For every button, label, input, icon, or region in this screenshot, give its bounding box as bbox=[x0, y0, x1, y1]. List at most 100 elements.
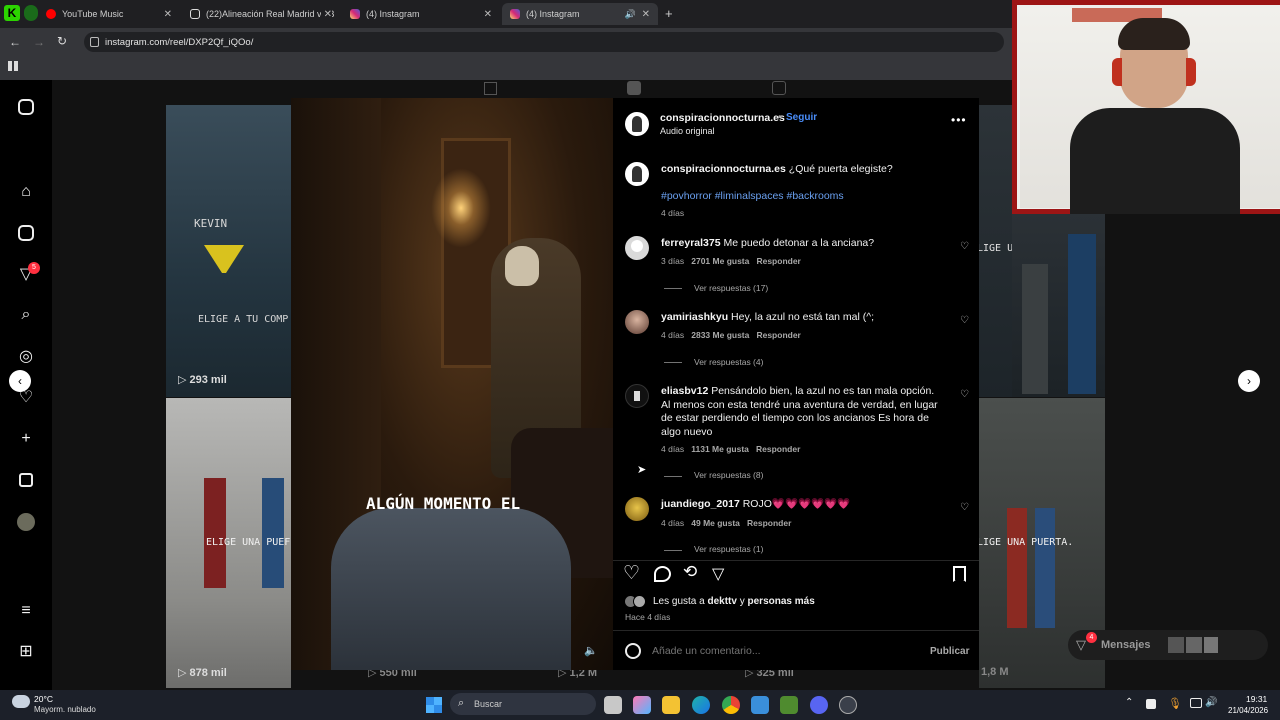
site-settings-icon[interactable] bbox=[90, 37, 99, 47]
emoji-icon[interactable] bbox=[625, 643, 641, 659]
caption-username[interactable]: conspiracionnocturna.es bbox=[661, 163, 786, 175]
network-icon[interactable] bbox=[1190, 698, 1202, 708]
discord-icon[interactable] bbox=[810, 696, 828, 714]
comment-username[interactable]: eliasbv12 bbox=[661, 385, 708, 397]
comment-username[interactable]: yamiriashkyu bbox=[661, 311, 728, 323]
previous-arrow[interactable]: ‹ bbox=[9, 370, 31, 392]
home-icon[interactable]: ⌂ bbox=[16, 182, 36, 202]
audio-label[interactable]: Audio original bbox=[660, 126, 715, 136]
microphone-icon[interactable]: 🎙 bbox=[1168, 697, 1182, 710]
task-view-icon[interactable] bbox=[604, 696, 622, 714]
comment-likes[interactable]: 2701 Me gusta bbox=[691, 256, 749, 266]
close-icon[interactable]: ✕ bbox=[484, 9, 492, 20]
browser-logo[interactable]: K bbox=[4, 5, 20, 21]
like-icon[interactable]: ♡ bbox=[623, 562, 640, 585]
new-tab-button[interactable]: + bbox=[665, 6, 673, 21]
author-username[interactable]: conspiracionnocturna.es bbox=[660, 112, 785, 124]
close-icon[interactable]: ✕ bbox=[642, 9, 650, 20]
store-icon[interactable] bbox=[751, 696, 769, 714]
tray-chevron-icon[interactable]: ⌃ bbox=[1125, 697, 1133, 708]
reply-button[interactable]: Responder bbox=[756, 330, 800, 340]
comment-username[interactable]: juandiego_2017 bbox=[661, 498, 740, 510]
view-replies-button[interactable]: Ver respuestas (1) bbox=[694, 544, 763, 554]
search-icon[interactable]: ⌕ bbox=[16, 305, 36, 325]
speaker-icon[interactable]: 🔊 bbox=[625, 9, 636, 20]
more-options-icon[interactable]: ••• bbox=[951, 113, 967, 127]
steam-icon[interactable] bbox=[839, 696, 857, 714]
instagram-icon[interactable] bbox=[16, 97, 36, 117]
liker-avatars[interactable] bbox=[624, 595, 650, 608]
close-icon[interactable]: ✕ bbox=[164, 9, 172, 20]
copilot-icon[interactable] bbox=[633, 696, 651, 714]
reels-icon[interactable] bbox=[16, 223, 36, 243]
apps-grid-icon[interactable] bbox=[8, 61, 18, 71]
back-icon[interactable]: ← bbox=[9, 35, 21, 49]
author-avatar[interactable] bbox=[625, 112, 649, 136]
reply-button[interactable]: Responder bbox=[756, 444, 800, 454]
start-icon[interactable] bbox=[426, 697, 442, 713]
commenter-avatar[interactable] bbox=[625, 236, 649, 260]
weather-temp[interactable]: 20°C bbox=[34, 694, 53, 704]
tab-instagram-active[interactable]: (4) Instagram 🔊 ✕ bbox=[502, 3, 658, 25]
tagged-icon[interactable] bbox=[772, 81, 786, 95]
forward-icon[interactable]: → bbox=[33, 35, 45, 49]
comment-likes[interactable]: 1131 Me gusta bbox=[691, 444, 749, 454]
browser-extension-icon[interactable] bbox=[24, 5, 38, 21]
edge-icon[interactable] bbox=[692, 696, 710, 714]
tray-app-icon[interactable] bbox=[1146, 699, 1156, 709]
like-comment-icon[interactable]: ♡ bbox=[960, 502, 969, 513]
comment-icon[interactable] bbox=[654, 566, 671, 582]
reload-icon[interactable]: ↻ bbox=[57, 34, 67, 48]
volume-icon[interactable]: 🔊 bbox=[1205, 697, 1217, 708]
caption-hashtags[interactable]: #povhorror #liminalspaces #backrooms bbox=[661, 190, 844, 202]
meta-icon[interactable]: ⊞ bbox=[16, 642, 36, 662]
thumbnail-left-bottom[interactable]: ELIGE UNA PUEF ▷ 878 mil bbox=[166, 398, 291, 688]
reel-video[interactable]: ALGÚN MOMENTO EL 🔈 bbox=[291, 98, 613, 670]
tab-youtube-music[interactable]: YouTube Music ✕ bbox=[38, 3, 180, 25]
minecraft-icon[interactable] bbox=[780, 696, 798, 714]
comment-likes[interactable]: 49 Me gusta bbox=[691, 518, 740, 528]
thumbnail-right-far-top[interactable] bbox=[1012, 214, 1105, 397]
repost-icon[interactable]: ⟲ bbox=[683, 562, 697, 582]
publish-button[interactable]: Publicar bbox=[930, 646, 969, 657]
view-replies-button[interactable]: Ver respuestas (8) bbox=[694, 470, 763, 480]
dashboard-icon[interactable] bbox=[16, 470, 36, 490]
taskbar-search[interactable]: ⌕ Buscar bbox=[450, 693, 596, 715]
comment-input[interactable] bbox=[652, 642, 912, 660]
liked-by-others[interactable]: personas más bbox=[748, 596, 815, 607]
reels-icon[interactable] bbox=[627, 81, 641, 95]
tab-tiktok[interactable]: (22)Alineación Real Madrid vs B ✕ bbox=[182, 3, 340, 25]
reply-button[interactable]: Responder bbox=[747, 518, 791, 528]
liked-by-user[interactable]: dekttv bbox=[708, 596, 737, 607]
commenter-avatar[interactable] bbox=[625, 497, 649, 521]
create-icon[interactable]: + bbox=[16, 429, 36, 449]
like-comment-icon[interactable]: ♡ bbox=[960, 315, 969, 326]
thumbnail-left-top[interactable]: KEVIN ELIGE A TU COMP ▷ 293 mil bbox=[166, 105, 291, 397]
author-avatar[interactable] bbox=[625, 162, 649, 186]
menu-icon[interactable]: ≡ bbox=[16, 601, 36, 621]
messages-button[interactable]: ▽ 4 Mensajes bbox=[1068, 630, 1268, 660]
view-replies-button[interactable]: Ver respuestas (4) bbox=[694, 357, 763, 367]
clock-date[interactable]: 21/04/2026 bbox=[1228, 706, 1268, 715]
address-bar[interactable]: instagram.com/reel/DXP2Qf_iQOo/ bbox=[84, 32, 1004, 52]
commenter-avatar[interactable] bbox=[625, 310, 649, 334]
like-comment-icon[interactable]: ♡ bbox=[960, 241, 969, 252]
explore-icon[interactable]: ◎ bbox=[16, 347, 36, 367]
weather-text[interactable]: Mayorm. nublado bbox=[34, 705, 96, 714]
clock-time[interactable]: 19:31 bbox=[1246, 694, 1267, 704]
thumbnail-right-top[interactable]: LIGE UNA PUERTA. bbox=[979, 105, 1012, 397]
comment-username[interactable]: ferreyral375 bbox=[661, 237, 721, 249]
follow-button[interactable]: Seguir bbox=[786, 112, 817, 123]
profile-avatar[interactable] bbox=[16, 512, 36, 532]
tab-instagram[interactable]: (4) Instagram ✕ bbox=[342, 3, 500, 25]
close-icon[interactable]: ✕ bbox=[320, 8, 332, 20]
chrome-icon[interactable] bbox=[722, 696, 740, 714]
weather-icon[interactable] bbox=[12, 695, 30, 708]
like-comment-icon[interactable]: ♡ bbox=[960, 389, 969, 400]
view-replies-button[interactable]: Ver respuestas (17) bbox=[694, 283, 768, 293]
share-icon[interactable]: ▽ bbox=[712, 564, 724, 584]
comment-likes[interactable]: 2833 Me gusta bbox=[691, 330, 749, 340]
next-arrow[interactable]: › bbox=[1238, 370, 1260, 392]
reply-button[interactable]: Responder bbox=[756, 256, 800, 266]
mute-icon[interactable]: 🔈 bbox=[584, 644, 598, 657]
